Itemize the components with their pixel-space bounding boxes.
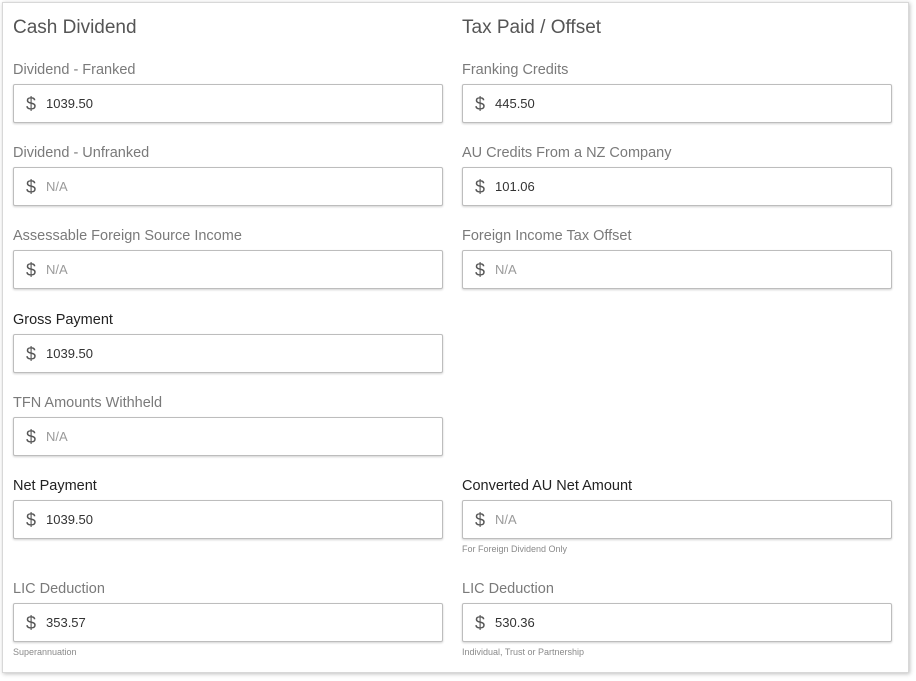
lic-deduction-individual-field: LIC Deduction $ 530.36 Individual, Trust… — [462, 579, 893, 657]
field-hint: Superannuation — [13, 647, 77, 657]
dollar-icon: $ — [475, 93, 486, 114]
converted-au-net-amount-input[interactable]: $ N/A — [462, 500, 892, 539]
field-label: AU Credits From a NZ Company — [462, 145, 672, 161]
field-label: Net Payment — [13, 478, 97, 494]
field-label: Dividend - Franked — [13, 62, 136, 78]
field-label: LIC Deduction — [462, 581, 554, 597]
input-placeholder: N/A — [495, 262, 517, 277]
field-label: LIC Deduction — [13, 581, 105, 597]
au-credits-nz-company-input[interactable]: $ 101.06 — [462, 167, 892, 206]
field-label: Assessable Foreign Source Income — [13, 228, 242, 244]
input-value: 445.50 — [495, 96, 535, 111]
dollar-icon: $ — [26, 426, 37, 447]
dollar-icon: $ — [475, 259, 486, 280]
tfn-amounts-withheld-field: TFN Amounts Withheld $ N/A — [13, 393, 444, 456]
dollar-icon: $ — [26, 509, 37, 530]
gross-payment-field: Gross Payment $ 1039.50 — [13, 310, 444, 373]
field-label: TFN Amounts Withheld — [13, 395, 163, 411]
assessable-foreign-income-field: Assessable Foreign Source Income $ N/A — [13, 226, 444, 289]
dollar-icon: $ — [26, 343, 37, 364]
dollar-icon: $ — [26, 259, 37, 280]
dollar-icon: $ — [475, 612, 486, 633]
dividend-franked-field: Dividend - Franked $ 1039.50 — [13, 60, 444, 123]
lic-deduction-individual-input[interactable]: $ 530.36 — [462, 603, 892, 642]
foreign-income-tax-offset-field: Foreign Income Tax Offset $ N/A — [462, 226, 893, 289]
input-value: 1039.50 — [46, 346, 93, 361]
field-hint: Individual, Trust or Partnership — [462, 647, 585, 657]
input-placeholder: N/A — [46, 179, 68, 194]
franking-credits-input[interactable]: $ 445.50 — [462, 84, 892, 123]
input-value: 1039.50 — [46, 512, 93, 527]
field-hint: For Foreign Dividend Only — [462, 544, 568, 554]
dollar-icon: $ — [26, 176, 37, 197]
input-placeholder: N/A — [46, 262, 68, 277]
net-payment-field: Net Payment $ 1039.50 — [13, 476, 444, 539]
field-label: Foreign Income Tax Offset — [462, 228, 632, 244]
field-label: Dividend - Unfranked — [13, 145, 150, 161]
input-value: 101.06 — [495, 179, 535, 194]
lic-deduction-super-field: LIC Deduction $ 353.57 Superannuation — [13, 579, 444, 657]
input-value: 530.36 — [495, 615, 535, 630]
input-placeholder: N/A — [495, 512, 517, 527]
gross-payment-input[interactable]: $ 1039.50 — [13, 334, 443, 373]
input-value: 353.57 — [46, 615, 86, 630]
dollar-icon: $ — [475, 509, 486, 530]
field-label: Franking Credits — [462, 62, 569, 78]
foreign-income-tax-offset-input[interactable]: $ N/A — [462, 250, 892, 289]
input-placeholder: N/A — [46, 429, 68, 444]
tax-paid-offset-title: Tax Paid / Offset — [462, 17, 602, 38]
au-credits-nz-company-field: AU Credits From a NZ Company $ 101.06 — [462, 143, 893, 206]
dividend-franked-input[interactable]: $ 1039.50 — [13, 84, 443, 123]
assessable-foreign-income-input[interactable]: $ N/A — [13, 250, 443, 289]
lic-deduction-super-input[interactable]: $ 353.57 — [13, 603, 443, 642]
dollar-icon: $ — [26, 93, 37, 114]
dividend-unfranked-input[interactable]: $ N/A — [13, 167, 443, 206]
field-label: Gross Payment — [13, 312, 113, 328]
cash-dividend-title: Cash Dividend — [13, 17, 137, 38]
dollar-icon: $ — [475, 176, 486, 197]
tfn-amounts-withheld-input[interactable]: $ N/A — [13, 417, 443, 456]
dividend-form-panel: Cash Dividend Dividend - Franked $ 1039.… — [2, 2, 909, 673]
net-payment-input[interactable]: $ 1039.50 — [13, 500, 443, 539]
dollar-icon: $ — [26, 612, 37, 633]
franking-credits-field: Franking Credits $ 445.50 — [462, 60, 893, 123]
dividend-unfranked-field: Dividend - Unfranked $ N/A — [13, 143, 444, 206]
converted-au-net-amount-field: Converted AU Net Amount $ N/A For Foreig… — [462, 476, 893, 554]
field-label: Converted AU Net Amount — [462, 478, 633, 494]
input-value: 1039.50 — [46, 96, 93, 111]
